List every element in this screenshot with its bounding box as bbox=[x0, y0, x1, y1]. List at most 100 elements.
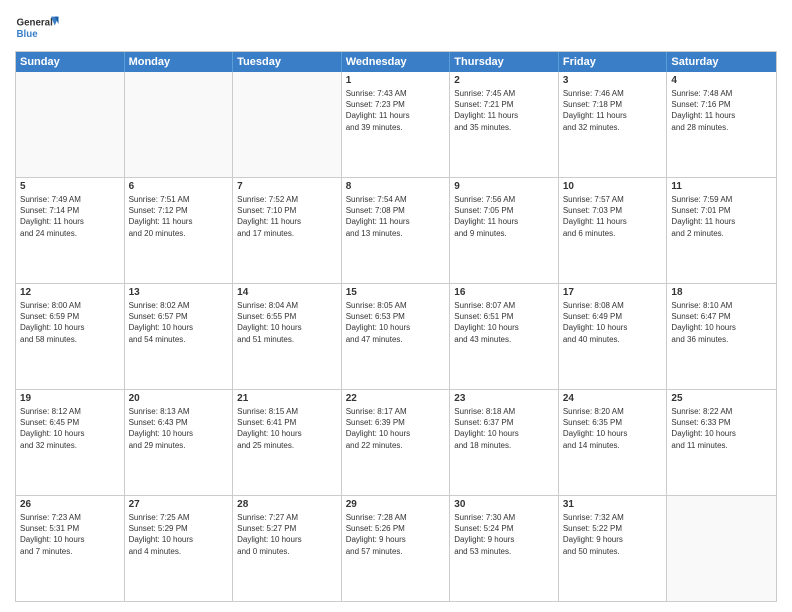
day-number: 3 bbox=[563, 75, 663, 86]
day-info: Sunrise: 8:18 AM Sunset: 6:37 PM Dayligh… bbox=[454, 406, 554, 451]
day-number: 11 bbox=[671, 181, 772, 192]
day-cell-31: 31 Sunrise: 7:32 AM Sunset: 5:22 PM Dayli… bbox=[559, 496, 668, 601]
day-number: 2 bbox=[454, 75, 554, 86]
day-info: Sunrise: 8:05 AM Sunset: 6:53 PM Dayligh… bbox=[346, 300, 446, 345]
day-cell-20: 20 Sunrise: 8:13 AM Sunset: 6:43 PM Dayli… bbox=[125, 390, 234, 495]
day-cell-28: 28 Sunrise: 7:27 AM Sunset: 5:27 PM Dayli… bbox=[233, 496, 342, 601]
day-cell-7: 7 Sunrise: 7:52 AM Sunset: 7:10 PM Daylig… bbox=[233, 178, 342, 283]
day-info: Sunrise: 7:43 AM Sunset: 7:23 PM Dayligh… bbox=[346, 88, 446, 133]
day-cell-6: 6Sunrise: 7:51 AM Sunset: 7:12 PM Daylig… bbox=[125, 178, 234, 283]
weekday-header-tuesday: Tuesday bbox=[233, 52, 342, 72]
day-cell-24: 24 Sunrise: 8:20 AM Sunset: 6:35 PM Dayli… bbox=[559, 390, 668, 495]
day-info: Sunrise: 8:08 AM Sunset: 6:49 PM Dayligh… bbox=[563, 300, 663, 345]
day-info: Sunrise: 7:46 AM Sunset: 7:18 PM Dayligh… bbox=[563, 88, 663, 133]
day-number: 12 bbox=[20, 287, 120, 298]
day-info: Sunrise: 8:00 AM Sunset: 6:59 PM Dayligh… bbox=[20, 300, 120, 345]
day-info: Sunrise: 7:59 AM Sunset: 7:01 PM Dayligh… bbox=[671, 194, 772, 239]
day-number: 31 bbox=[563, 499, 663, 510]
weekday-header-monday: Monday bbox=[125, 52, 234, 72]
day-cell-23: 23 Sunrise: 8:18 AM Sunset: 6:37 PM Dayli… bbox=[450, 390, 559, 495]
calendar-header: SundayMondayTuesdayWednesdayThursdayFrid… bbox=[16, 52, 776, 72]
day-info: Sunrise: 8:07 AM Sunset: 6:51 PM Dayligh… bbox=[454, 300, 554, 345]
day-info: Sunrise: 8:02 AM Sunset: 6:57 PM Dayligh… bbox=[129, 300, 229, 345]
day-info: Sunrise: 7:51 AM Sunset: 7:12 PM Dayligh… bbox=[129, 194, 229, 239]
day-number: 9 bbox=[454, 181, 554, 192]
day-cell-29: 29 Sunrise: 7:28 AM Sunset: 5:26 PM Dayli… bbox=[342, 496, 451, 601]
weekday-header-wednesday: Wednesday bbox=[342, 52, 451, 72]
day-cell-15: 15 Sunrise: 8:05 AM Sunset: 6:53 PM Dayli… bbox=[342, 284, 451, 389]
logo-icon: General Blue bbox=[15, 10, 60, 45]
day-info: Sunrise: 7:54 AM Sunset: 7:08 PM Dayligh… bbox=[346, 194, 446, 239]
calendar-body: 1Sunrise: 7:43 AM Sunset: 7:23 PM Daylig… bbox=[16, 72, 776, 601]
logo: General Blue bbox=[15, 10, 60, 45]
calendar-row-2: 12 Sunrise: 8:00 AM Sunset: 6:59 PM Dayli… bbox=[16, 283, 776, 389]
day-number: 4 bbox=[671, 75, 772, 86]
day-cell-4: 4 Sunrise: 7:48 AM Sunset: 7:16 PM Daylig… bbox=[667, 72, 776, 177]
day-cell-22: 22 Sunrise: 8:17 AM Sunset: 6:39 PM Dayli… bbox=[342, 390, 451, 495]
day-info: Sunrise: 7:23 AM Sunset: 5:31 PM Dayligh… bbox=[20, 512, 120, 557]
empty-cell bbox=[125, 72, 234, 177]
day-info: Sunrise: 7:28 AM Sunset: 5:26 PM Dayligh… bbox=[346, 512, 446, 557]
day-info: Sunrise: 7:27 AM Sunset: 5:27 PM Dayligh… bbox=[237, 512, 337, 557]
day-info: Sunrise: 7:48 AM Sunset: 7:16 PM Dayligh… bbox=[671, 88, 772, 133]
day-cell-17: 17Sunrise: 8:08 AM Sunset: 6:49 PM Dayli… bbox=[559, 284, 668, 389]
day-number: 30 bbox=[454, 499, 554, 510]
day-cell-30: 30Sunrise: 7:30 AM Sunset: 5:24 PM Dayli… bbox=[450, 496, 559, 601]
day-info: Sunrise: 7:56 AM Sunset: 7:05 PM Dayligh… bbox=[454, 194, 554, 239]
day-info: Sunrise: 8:10 AM Sunset: 6:47 PM Dayligh… bbox=[671, 300, 772, 345]
day-cell-10: 10Sunrise: 7:57 AM Sunset: 7:03 PM Dayli… bbox=[559, 178, 668, 283]
day-info: Sunrise: 7:52 AM Sunset: 7:10 PM Dayligh… bbox=[237, 194, 337, 239]
day-cell-11: 11 Sunrise: 7:59 AM Sunset: 7:01 PM Dayli… bbox=[667, 178, 776, 283]
day-number: 22 bbox=[346, 393, 446, 404]
day-cell-2: 2 Sunrise: 7:45 AM Sunset: 7:21 PM Daylig… bbox=[450, 72, 559, 177]
svg-text:General: General bbox=[17, 18, 54, 29]
empty-cell bbox=[233, 72, 342, 177]
day-cell-14: 14 Sunrise: 8:04 AM Sunset: 6:55 PM Dayli… bbox=[233, 284, 342, 389]
day-number: 14 bbox=[237, 287, 337, 298]
day-info: Sunrise: 8:13 AM Sunset: 6:43 PM Dayligh… bbox=[129, 406, 229, 451]
day-number: 23 bbox=[454, 393, 554, 404]
calendar: SundayMondayTuesdayWednesdayThursdayFrid… bbox=[15, 51, 777, 602]
day-cell-21: 21Sunrise: 8:15 AM Sunset: 6:41 PM Dayli… bbox=[233, 390, 342, 495]
day-number: 29 bbox=[346, 499, 446, 510]
day-cell-26: 26 Sunrise: 7:23 AM Sunset: 5:31 PM Dayli… bbox=[16, 496, 125, 601]
day-cell-1: 1Sunrise: 7:43 AM Sunset: 7:23 PM Daylig… bbox=[342, 72, 451, 177]
day-number: 15 bbox=[346, 287, 446, 298]
day-cell-25: 25Sunrise: 8:22 AM Sunset: 6:33 PM Dayli… bbox=[667, 390, 776, 495]
day-number: 28 bbox=[237, 499, 337, 510]
day-number: 7 bbox=[237, 181, 337, 192]
day-number: 21 bbox=[237, 393, 337, 404]
weekday-header-saturday: Saturday bbox=[667, 52, 776, 72]
day-cell-5: 5Sunrise: 7:49 AM Sunset: 7:14 PM Daylig… bbox=[16, 178, 125, 283]
day-info: Sunrise: 7:25 AM Sunset: 5:29 PM Dayligh… bbox=[129, 512, 229, 557]
day-info: Sunrise: 7:32 AM Sunset: 5:22 PM Dayligh… bbox=[563, 512, 663, 557]
day-number: 8 bbox=[346, 181, 446, 192]
day-number: 10 bbox=[563, 181, 663, 192]
day-number: 27 bbox=[129, 499, 229, 510]
day-number: 24 bbox=[563, 393, 663, 404]
empty-cell bbox=[667, 496, 776, 601]
day-info: Sunrise: 8:04 AM Sunset: 6:55 PM Dayligh… bbox=[237, 300, 337, 345]
day-number: 13 bbox=[129, 287, 229, 298]
day-info: Sunrise: 8:12 AM Sunset: 6:45 PM Dayligh… bbox=[20, 406, 120, 451]
calendar-row-1: 5Sunrise: 7:49 AM Sunset: 7:14 PM Daylig… bbox=[16, 177, 776, 283]
day-info: Sunrise: 7:49 AM Sunset: 7:14 PM Dayligh… bbox=[20, 194, 120, 239]
day-cell-16: 16Sunrise: 8:07 AM Sunset: 6:51 PM Dayli… bbox=[450, 284, 559, 389]
day-cell-19: 19Sunrise: 8:12 AM Sunset: 6:45 PM Dayli… bbox=[16, 390, 125, 495]
day-info: Sunrise: 8:20 AM Sunset: 6:35 PM Dayligh… bbox=[563, 406, 663, 451]
day-cell-9: 9 Sunrise: 7:56 AM Sunset: 7:05 PM Daylig… bbox=[450, 178, 559, 283]
weekday-header-thursday: Thursday bbox=[450, 52, 559, 72]
day-number: 18 bbox=[671, 287, 772, 298]
day-cell-13: 13 Sunrise: 8:02 AM Sunset: 6:57 PM Dayli… bbox=[125, 284, 234, 389]
svg-text:Blue: Blue bbox=[17, 29, 39, 40]
day-cell-18: 18 Sunrise: 8:10 AM Sunset: 6:47 PM Dayli… bbox=[667, 284, 776, 389]
day-info: Sunrise: 8:17 AM Sunset: 6:39 PM Dayligh… bbox=[346, 406, 446, 451]
day-number: 20 bbox=[129, 393, 229, 404]
header: General Blue bbox=[15, 10, 777, 45]
day-number: 26 bbox=[20, 499, 120, 510]
calendar-row-4: 26 Sunrise: 7:23 AM Sunset: 5:31 PM Dayli… bbox=[16, 495, 776, 601]
day-info: Sunrise: 7:45 AM Sunset: 7:21 PM Dayligh… bbox=[454, 88, 554, 133]
day-number: 25 bbox=[671, 393, 772, 404]
calendar-row-3: 19Sunrise: 8:12 AM Sunset: 6:45 PM Dayli… bbox=[16, 389, 776, 495]
calendar-row-0: 1Sunrise: 7:43 AM Sunset: 7:23 PM Daylig… bbox=[16, 72, 776, 177]
